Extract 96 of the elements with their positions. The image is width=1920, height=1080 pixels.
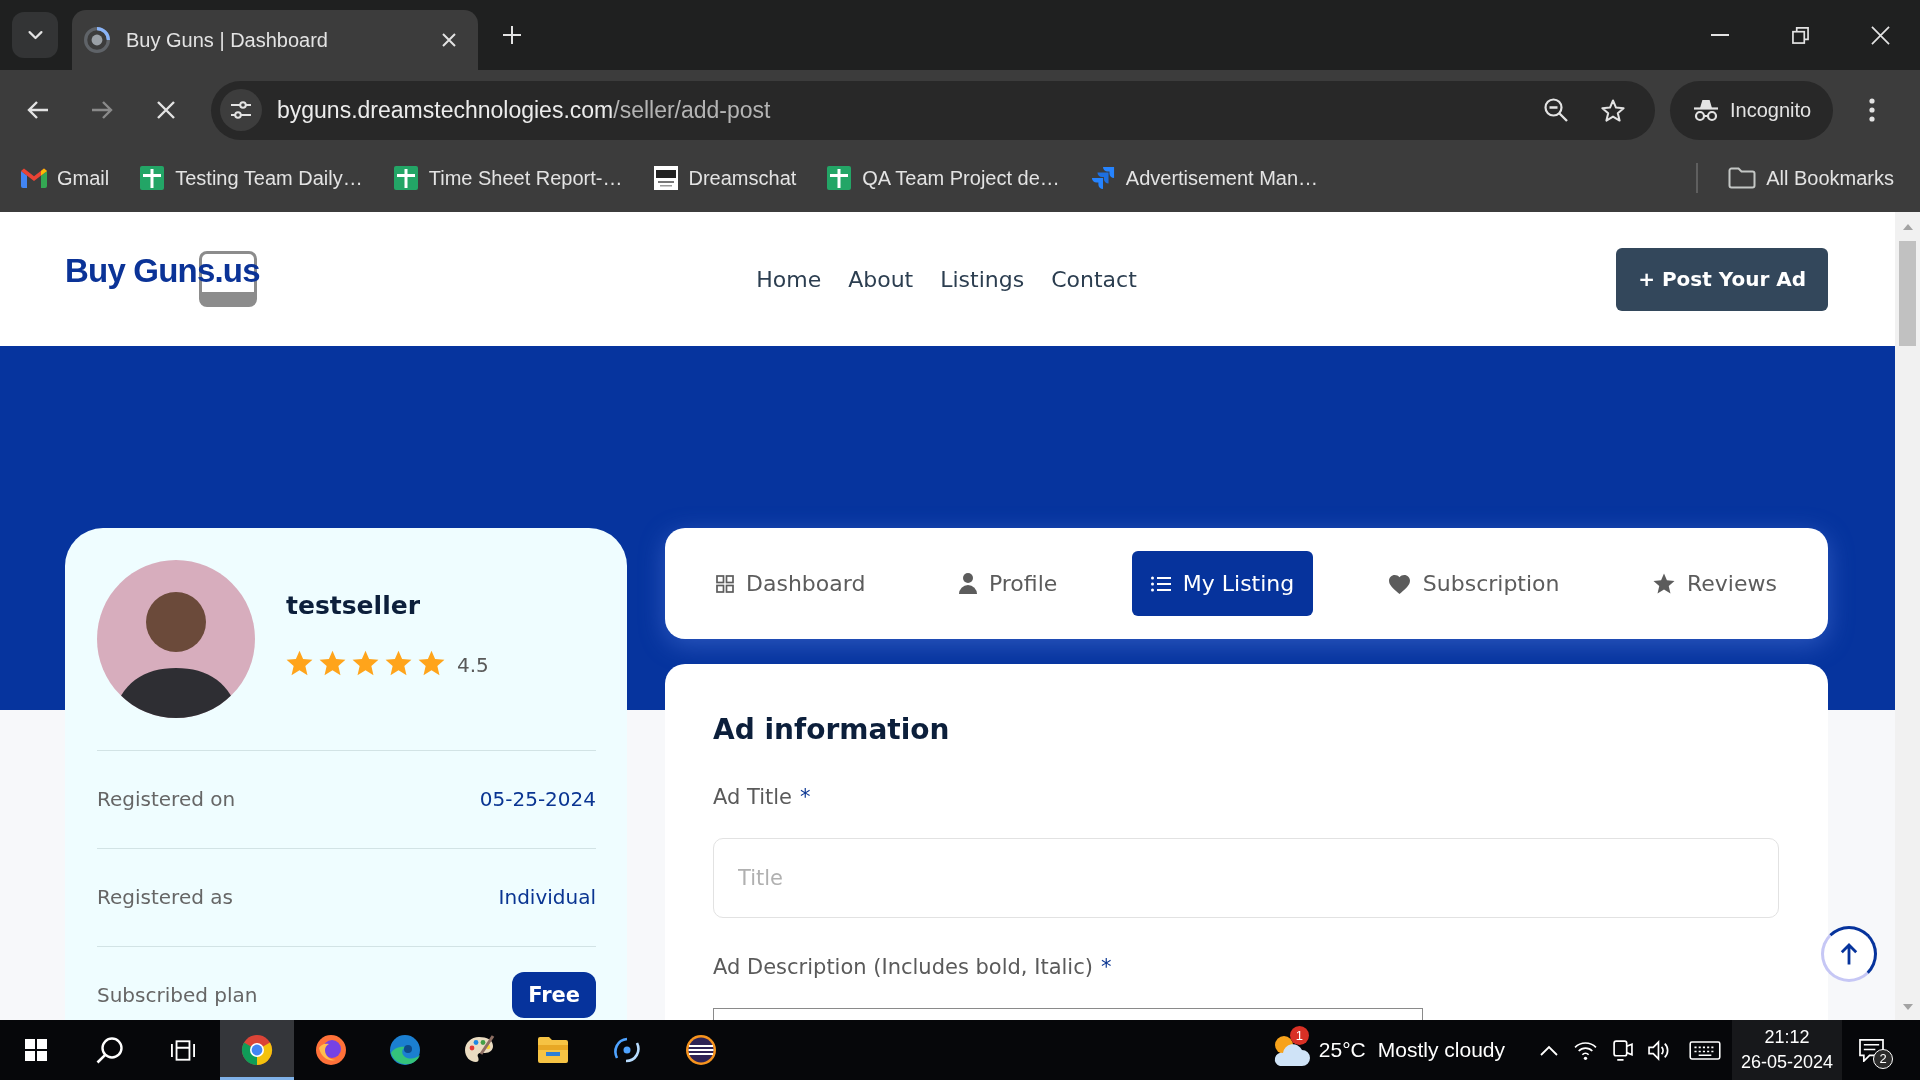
nav-link[interactable]: About <box>848 266 914 292</box>
address-text: byguns.dreamstechnologies.com/seller/add-post <box>277 96 772 124</box>
detail-label: Subscribed plan <box>97 983 258 1007</box>
grid-icon <box>716 574 734 593</box>
arrow-up-icon <box>1840 943 1858 965</box>
notifications-button[interactable]: 2 <box>1842 1020 1900 1080</box>
search-icon <box>95 1036 123 1064</box>
star-icon <box>1601 98 1625 122</box>
field-label: Ad Title * <box>713 784 812 810</box>
hat-glasses-icon <box>1692 98 1720 122</box>
dashboard-tab[interactable]: My Listing <box>1131 551 1314 616</box>
message-icon <box>1858 1038 1884 1062</box>
all-bookmarks-button[interactable]: All Bookmarks <box>1720 158 1902 198</box>
heart-icon <box>1387 573 1411 594</box>
star-icon <box>352 650 379 676</box>
chevron-down-icon <box>26 29 44 41</box>
weather-alert-badge: 1 <box>1289 1026 1309 1045</box>
mail-icon <box>21 166 47 190</box>
post-ad-button[interactable]: + Post Your Ad <box>1616 247 1828 311</box>
dashboard-tab[interactable]: Dashboard <box>697 551 885 616</box>
dashboard-tab[interactable]: Subscription <box>1368 551 1579 616</box>
minimize-icon <box>1711 34 1729 36</box>
field-label: Ad Description (Includes bold, Italic) * <box>713 954 1113 980</box>
detail-value: Individual <box>498 885 596 909</box>
sheet-icon <box>826 166 853 190</box>
person-icon <box>958 573 977 594</box>
thumbnail-icon <box>652 166 679 190</box>
close-icon <box>1870 25 1890 45</box>
rating-value: 4.5 <box>457 654 489 676</box>
browser-tab[interactable]: Buy Guns | Dashboard <box>72 10 478 70</box>
notification-count: 2 <box>1873 1049 1893 1069</box>
detail-value: 05-25-2024 <box>479 787 596 811</box>
detail-label: Registered as <box>97 885 233 909</box>
star-icon <box>286 650 313 676</box>
nav-link[interactable]: Listings <box>940 266 1025 292</box>
device-icon <box>1611 1039 1634 1061</box>
form-title: Ad information <box>713 712 951 748</box>
star-icon <box>385 650 412 676</box>
folder-icon <box>1728 167 1757 189</box>
chevron-up-icon <box>1539 1044 1558 1056</box>
weather-button[interactable]: 1 25°C Mostly cloudy <box>1259 1020 1530 1080</box>
site-logo[interactable]: Buy Guns.us <box>65 251 260 307</box>
windows-logo-icon <box>25 1039 47 1061</box>
dashboard-tab[interactable]: Reviews <box>1634 551 1796 616</box>
more-vertical-icon <box>1869 98 1876 122</box>
nav-link[interactable]: Home <box>756 266 822 292</box>
weather-temperature: 25°C <box>1318 1038 1366 1062</box>
keyboard-icon <box>1689 1040 1721 1060</box>
back-arrow-icon <box>27 100 49 120</box>
bookmark-item[interactable]: Dreamschat <box>644 158 805 198</box>
star-icon <box>319 650 346 676</box>
close-icon <box>157 101 175 119</box>
star-icon <box>418 650 445 676</box>
striped-circle-icon <box>685 1034 717 1066</box>
close-icon <box>442 33 456 47</box>
sheet-icon <box>392 166 419 190</box>
star-icon <box>1653 573 1675 594</box>
weather-condition: Mostly cloudy <box>1377 1038 1505 1062</box>
forward-arrow-icon <box>91 100 113 120</box>
bookmark-item[interactable]: Gmail <box>13 158 118 198</box>
restore-icon <box>1791 26 1809 44</box>
folder-icon <box>537 1034 569 1066</box>
fire-globe-icon <box>315 1034 347 1066</box>
wave-icon <box>389 1034 421 1066</box>
incognito-button[interactable]: Incognito <box>1670 80 1834 140</box>
tab-search-button[interactable] <box>12 12 58 58</box>
bookmark-item[interactable]: Testing Team Daily… <box>131 158 371 198</box>
tune-icon <box>230 101 252 119</box>
browser-icon <box>241 1034 273 1066</box>
list-icon <box>1150 575 1171 592</box>
stacked-arrows-icon <box>1089 166 1116 190</box>
clock-button[interactable]: 21:12 26-05-2024 <box>1732 1020 1842 1080</box>
address-bar[interactable]: byguns.dreamstechnologies.com/seller/add-post <box>211 80 1655 140</box>
taskbar-app-button[interactable] <box>220 1020 294 1080</box>
bookmark-item[interactable]: QA Team Project de… <box>818 158 1068 198</box>
nav-link[interactable]: Contact <box>1051 266 1137 292</box>
scrollbar-thumb[interactable] <box>1899 241 1916 346</box>
detail-label: Registered on <box>97 787 236 811</box>
bookmark-item[interactable]: Time Sheet Report-… <box>384 158 631 198</box>
plan-badge: Free <box>512 972 596 1018</box>
seller-name: testseller <box>286 590 421 622</box>
clock-time: 21:12 <box>1764 1026 1810 1049</box>
task-view-icon <box>171 1039 195 1061</box>
page-scrollbar[interactable] <box>1895 212 1920 1020</box>
speaker-icon <box>1648 1039 1671 1061</box>
wifi-icon <box>1574 1039 1597 1061</box>
site-info-button[interactable] <box>220 89 262 131</box>
bookmark-item[interactable]: Advertisement Man… <box>1081 158 1327 198</box>
spinner-icon <box>84 27 110 53</box>
tab-title: Buy Guns | Dashboard <box>126 28 329 52</box>
zoom-out-icon <box>1544 98 1568 122</box>
text-input[interactable]: Title <box>713 838 1779 918</box>
clock-date: 26-05-2024 <box>1740 1051 1834 1074</box>
plus-icon <box>503 26 521 44</box>
dashboard-tab[interactable]: Profile <box>939 551 1077 616</box>
sheet-icon <box>139 166 166 190</box>
